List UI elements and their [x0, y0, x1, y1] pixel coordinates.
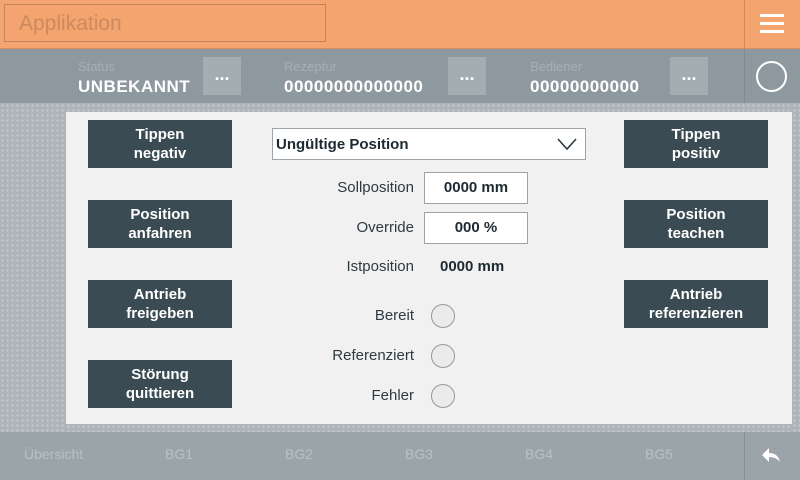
position-anfahren-label: Position anfahren: [128, 206, 192, 242]
stoerung-quittieren-button[interactable]: Störung quittieren: [88, 360, 232, 408]
footer-nav: Übersicht BG1 BG2 BG3 BG4 BG5: [0, 432, 800, 480]
position-anfahren-button[interactable]: Position anfahren: [88, 200, 232, 248]
header-divider: [744, 0, 745, 48]
rezeptur-label: Rezeptur: [284, 59, 337, 74]
bereit-indicator: [431, 304, 455, 328]
top-strip: [66, 103, 792, 112]
circle-icon[interactable]: [756, 61, 787, 92]
status-value: UNBEKANNT: [78, 77, 191, 96]
referenziert-label: Referenziert: [332, 347, 414, 364]
tippen-positiv-button[interactable]: Tippen positiv: [624, 120, 768, 168]
status-label: Status: [78, 59, 115, 74]
stoerung-quittieren-label: Störung quittieren: [125, 366, 195, 402]
istposition-value: 0000 mm: [440, 258, 505, 275]
chevron-down-icon: [557, 138, 577, 151]
right-strip: [792, 103, 800, 433]
override-input[interactable]: 000 %: [424, 212, 528, 244]
referenziert-indicator: [431, 344, 455, 368]
hamburger-icon[interactable]: [760, 12, 784, 34]
status-bar: Status UNBEKANNT ... Rezeptur 0000000000…: [0, 49, 800, 103]
tab-bg2[interactable]: BG2: [285, 446, 313, 462]
istposition-label: Istposition: [346, 258, 414, 275]
tippen-negativ-button[interactable]: Tippen negativ: [88, 120, 232, 168]
antrieb-referenzieren-label: Antrieb referenzieren: [648, 286, 744, 322]
footer-divider: [744, 432, 745, 480]
override-label: Override: [356, 219, 414, 236]
bediener-value: 00000000000: [530, 77, 640, 96]
bottom-strip: [66, 424, 792, 432]
rezeptur-value: 00000000000000: [284, 77, 424, 96]
tab-uebersicht[interactable]: Übersicht: [24, 446, 83, 462]
fehler-indicator: [431, 384, 455, 408]
bediener-label: Bediener: [530, 59, 583, 74]
rezeptur-more-button[interactable]: ...: [448, 57, 486, 95]
antrieb-referenzieren-button[interactable]: Antrieb referenzieren: [624, 280, 768, 328]
antrieb-freigeben-label: Antrieb freigeben: [126, 286, 194, 322]
back-arrow-icon[interactable]: [760, 446, 782, 464]
tab-bg4[interactable]: BG4: [525, 446, 553, 462]
tippen-positiv-label: Tippen positiv: [671, 126, 721, 162]
app-title: Applikation: [4, 4, 326, 42]
status-more-button[interactable]: ...: [203, 57, 241, 95]
bediener-more-button[interactable]: ...: [670, 57, 708, 95]
tab-bg5[interactable]: BG5: [645, 446, 673, 462]
sollposition-input[interactable]: 0000 mm: [424, 172, 528, 204]
position-teachen-button[interactable]: Position teachen: [624, 200, 768, 248]
bereit-label: Bereit: [374, 307, 414, 324]
tab-bg3[interactable]: BG3: [405, 446, 433, 462]
position-teachen-label: Position teachen: [666, 206, 726, 242]
left-strip: [0, 103, 66, 433]
position-select[interactable]: Ungültige Position: [272, 128, 586, 160]
tippen-negativ-label: Tippen negativ: [133, 126, 187, 162]
antrieb-freigeben-button[interactable]: Antrieb freigeben: [88, 280, 232, 328]
app-header: Applikation: [0, 0, 800, 49]
sollposition-label: Sollposition: [337, 179, 414, 196]
position-select-value: Ungültige Position: [276, 136, 409, 153]
tab-bg1[interactable]: BG1: [165, 446, 193, 462]
fehler-label: Fehler: [371, 387, 414, 404]
statusbar-divider: [744, 49, 745, 103]
